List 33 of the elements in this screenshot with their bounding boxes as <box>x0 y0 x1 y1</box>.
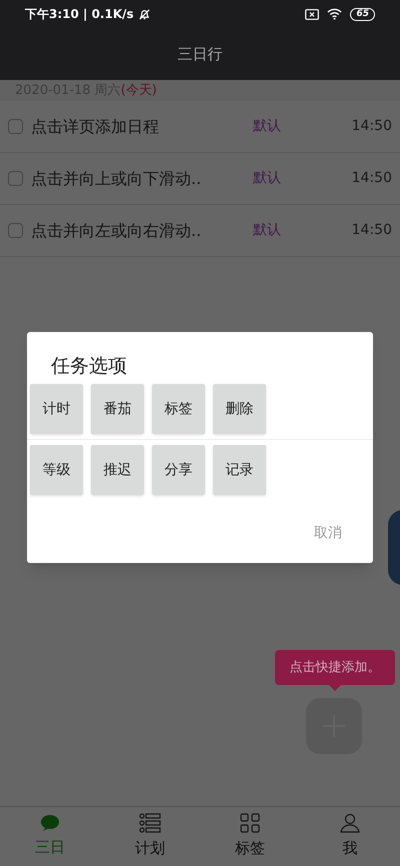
person-icon <box>340 813 360 834</box>
option-button[interactable]: 计时 <box>30 384 83 434</box>
option-button[interactable]: 删除 <box>213 384 266 434</box>
status-time: 下午3:10 | 0.1K/s <box>25 6 134 23</box>
grid-icon <box>240 813 260 834</box>
dialog-title: 任务选项 <box>50 354 128 379</box>
sim-icon <box>305 8 320 20</box>
option-button[interactable]: 推迟 <box>91 445 144 495</box>
checkbox[interactable] <box>8 171 23 186</box>
task-title: 点击并向上或向下滑动.. <box>31 168 202 190</box>
checkbox[interactable] <box>8 119 23 134</box>
battery-indicator: 65 <box>350 8 375 20</box>
task-time: 14:50 <box>352 169 392 188</box>
muted-bell-icon <box>138 8 151 20</box>
tooltip-text: 点击快捷添加。 <box>290 658 380 677</box>
option-button[interactable]: 标签 <box>152 384 205 434</box>
task-tag: 默认 <box>253 168 281 189</box>
checkbox[interactable] <box>8 223 23 238</box>
option-button[interactable]: 番茄 <box>91 384 144 434</box>
task-time: 14:50 <box>352 221 392 240</box>
option-button[interactable]: 记录 <box>213 445 266 495</box>
chat-bubble-icon <box>40 814 60 832</box>
list-icon <box>139 813 161 834</box>
task-time: 14:50 <box>352 117 392 136</box>
header-title: 三日行 <box>178 44 222 65</box>
wifi-icon <box>327 8 342 20</box>
today-label: (今天) <box>120 82 157 100</box>
option-button[interactable]: 分享 <box>152 445 205 495</box>
option-button[interactable]: 等级 <box>30 445 83 495</box>
task-title: 点击详页添加日程 <box>31 116 160 138</box>
task-tag: 默认 <box>253 220 281 241</box>
task-title: 点击并向左或向右滑动.. <box>31 220 202 242</box>
task-tag: 默认 <box>253 116 281 137</box>
